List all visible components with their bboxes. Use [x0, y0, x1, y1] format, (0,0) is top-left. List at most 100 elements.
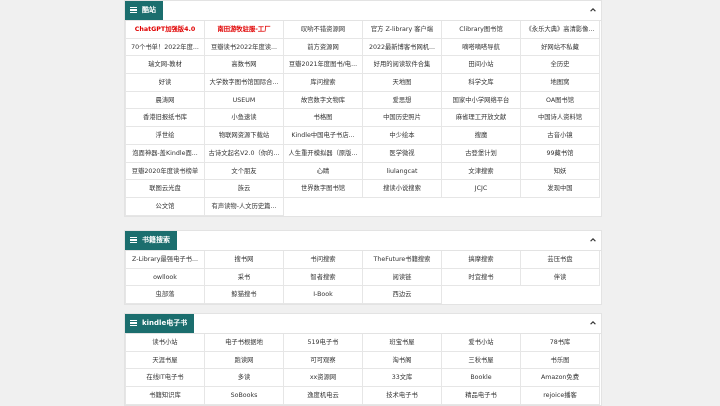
link-item[interactable]: 天涯书屋 [126, 352, 205, 370]
link-item[interactable]: 官方 Z-library 客户端 [363, 21, 442, 39]
link-item[interactable]: 豆瓣读书2022年度读... [205, 39, 284, 57]
link-item[interactable]: 书乐图 [521, 352, 600, 370]
link-item[interactable]: 国家中小学网络平台 [442, 92, 521, 110]
link-item[interactable]: 70个书单！2022年度... [126, 39, 205, 57]
link-item[interactable]: 中国诗人资料馆 [521, 109, 600, 127]
link-item[interactable]: 公文馆 [126, 198, 205, 216]
link-item[interactable]: 知妖 [521, 163, 600, 181]
link-item[interactable]: 心睛 [284, 163, 363, 181]
link-item[interactable]: 逸度机电云 [284, 387, 363, 405]
section-tab[interactable]: 酷站 [125, 1, 163, 20]
link-item[interactable]: 田间小站 [442, 56, 521, 74]
link-item[interactable]: 族云 [205, 180, 284, 198]
link-item[interactable]: 爱书小站 [442, 334, 521, 352]
link-item[interactable]: 78书库 [521, 334, 600, 352]
link-item[interactable]: 时宜搜书 [442, 269, 521, 287]
link-item[interactable]: 可可观察 [284, 352, 363, 370]
link-item[interactable]: 2022最新博客书网机... [363, 39, 442, 57]
link-item[interactable]: xx资源网 [284, 369, 363, 387]
link-item[interactable]: 书格图 [284, 109, 363, 127]
link-item[interactable]: 麻省理工开放文献 [442, 109, 521, 127]
link-item[interactable]: 豆瓣2021年度图书/电... [284, 56, 363, 74]
link-item[interactable]: owllook [126, 269, 205, 287]
link-item[interactable]: 读书小站 [126, 334, 205, 352]
link-item[interactable]: 古诗文起名V2.0（你的... [205, 145, 284, 163]
link-item[interactable]: Clibrary图书馆 [442, 21, 521, 39]
link-item[interactable]: 晨涛网 [126, 92, 205, 110]
link-item[interactable]: 采书 [205, 269, 284, 287]
link-item[interactable]: Bookle [442, 369, 521, 387]
link-item[interactable]: 小鱼速读 [205, 109, 284, 127]
link-item[interactable]: 全历史 [521, 56, 600, 74]
link-item[interactable]: SoBooks [205, 387, 284, 405]
link-item[interactable]: 高数书网 [205, 56, 284, 74]
link-item[interactable]: I-Book [284, 286, 363, 304]
link-item[interactable]: 库问搜索 [284, 74, 363, 92]
link-item[interactable]: 文个朋友 [205, 163, 284, 181]
link-item[interactable]: 搜书网 [205, 251, 284, 269]
link-item[interactable]: 西边云 [363, 286, 442, 304]
link-item[interactable]: 在线IT电子书 [126, 369, 205, 387]
link-item[interactable]: 99藏书馆 [521, 145, 600, 163]
link-item[interactable]: Z-Library最强电子书... [126, 251, 205, 269]
link-item[interactable]: 科学文库 [442, 74, 521, 92]
chevron-up-icon[interactable] [589, 319, 597, 327]
link-item[interactable]: 好网站不私藏 [521, 39, 600, 57]
link-item[interactable]: 书问搜索 [284, 251, 363, 269]
link-item[interactable]: JCJC [442, 180, 521, 198]
link-item[interactable]: liulangcat [363, 163, 442, 181]
link-item[interactable]: 地图窝 [521, 74, 600, 92]
link-item[interactable]: Amazon免费 [521, 369, 600, 387]
link-item[interactable]: rejoice播客 [521, 387, 600, 405]
link-item[interactable]: 好用的阅读软件合集 [363, 56, 442, 74]
link-item[interactable]: 物联网资源下载站 [205, 127, 284, 145]
link-item[interactable]: 豆瓣2020年度读书榜单 [126, 163, 205, 181]
link-item[interactable]: 搞摩搜索 [442, 251, 521, 269]
link-item[interactable]: TheFuture书籍搜索 [363, 251, 442, 269]
link-item[interactable]: 文津搜索 [442, 163, 521, 181]
link-item[interactable]: 搜读小说搜索 [363, 180, 442, 198]
link-item[interactable]: 33文库 [363, 369, 442, 387]
link-item[interactable]: 嘀嗒嘀嗒导航 [442, 39, 521, 57]
link-item[interactable]: 大学数字图书馆国际合... [205, 74, 284, 92]
link-item[interactable]: Kindle中国电子书店... [284, 127, 363, 145]
link-item[interactable]: 淘书阁 [363, 352, 442, 370]
link-item[interactable]: 虫部落 [126, 286, 205, 304]
link-item[interactable]: 三秋书屋 [442, 352, 521, 370]
link-item[interactable]: 中少绘本 [363, 127, 442, 145]
link-item[interactable]: 书籍知识库 [126, 387, 205, 405]
link-item[interactable]: 中国历史照片 [363, 109, 442, 127]
section-tab[interactable]: kindle电子书 [125, 314, 194, 333]
link-item[interactable]: 世界数字图书馆 [284, 180, 363, 198]
link-item[interactable]: 人生重开模拟器（原版... [284, 145, 363, 163]
link-item[interactable]: 南田游牧驻服-工厂 [205, 21, 284, 39]
link-item[interactable]: 泡面神器-盖Kindle面... [126, 145, 205, 163]
link-item[interactable]: 前方资源网 [284, 39, 363, 57]
link-item[interactable]: 精品电子书 [442, 387, 521, 405]
link-item[interactable]: 医学微视 [363, 145, 442, 163]
link-item[interactable]: 好读 [126, 74, 205, 92]
link-item[interactable]: 联图云光盘 [126, 180, 205, 198]
link-item[interactable]: 《永乐大典》高清影像... [521, 21, 600, 39]
link-item[interactable]: 古音小镜 [521, 127, 600, 145]
link-item[interactable]: USEUM [205, 92, 284, 110]
section-tab[interactable]: 书籍搜索 [125, 231, 177, 250]
link-item[interactable]: 班宝书屋 [363, 334, 442, 352]
link-item[interactable]: 伴读 [521, 269, 600, 287]
link-item[interactable]: 芸压书盘 [521, 251, 600, 269]
chevron-up-icon[interactable] [589, 6, 597, 14]
link-item[interactable]: 智者搜索 [284, 269, 363, 287]
link-item[interactable]: 519电子书 [284, 334, 363, 352]
link-item[interactable]: 发现中国 [521, 180, 600, 198]
link-item[interactable]: 搜魔 [442, 127, 521, 145]
link-item[interactable]: 爱思想 [363, 92, 442, 110]
link-item[interactable]: 香港旧报纸书库 [126, 109, 205, 127]
link-item[interactable]: 鲸猫搜书 [205, 286, 284, 304]
link-item[interactable]: 故宫数字文物库 [284, 92, 363, 110]
link-item[interactable]: 古登堡计划 [442, 145, 521, 163]
link-item[interactable]: 天地图 [363, 74, 442, 92]
link-item[interactable]: 技术电子书 [363, 387, 442, 405]
link-item[interactable]: 瑞文网-教材 [126, 56, 205, 74]
link-item[interactable]: 有声读物-人文历史篇... [205, 198, 284, 216]
link-item[interactable]: 叹哟不错资源网 [284, 21, 363, 39]
